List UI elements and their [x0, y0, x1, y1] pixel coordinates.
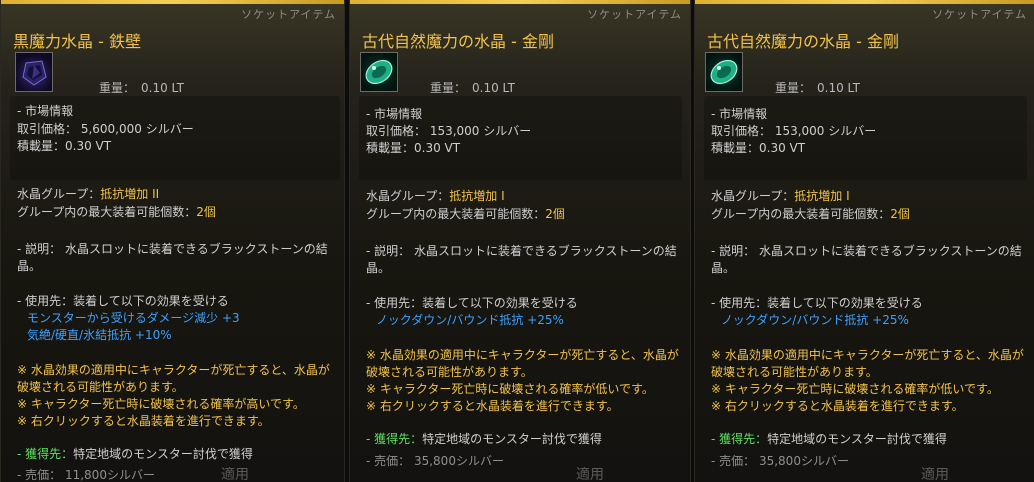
trade-price: 取引価格： 153,000 シルバー	[366, 124, 532, 138]
apply-button[interactable]: 適用	[576, 464, 604, 482]
tooltip-panel-green-crystal: ソケットアイテム 古代自然魔力の水晶 - 金剛 重量： 0.10 LT - 市場…	[349, 0, 691, 482]
warning-line: ※ 右クリックすると水晶装着を進行できます。	[711, 399, 964, 413]
apply-button[interactable]: 適用	[221, 464, 249, 482]
max-equip-value: 2個	[196, 205, 216, 219]
obtain-value: 特定地域のモンスター討伐で獲得	[422, 432, 602, 446]
obtain-line: - 獲得先：特定地域のモンスター討伐で獲得	[17, 445, 253, 462]
item-weight: 重量： 0.10 LT	[775, 81, 860, 95]
obtain-line: - 獲得先：特定地域のモンスター討伐で獲得	[711, 430, 947, 447]
description-line-2: 晶。	[17, 259, 42, 273]
warning-line: ※ 水晶効果の適用中にキャラクターが死亡すると、水晶が	[17, 363, 330, 377]
description-line-2: 晶。	[366, 261, 391, 275]
trade-price: 取引価格： 5,600,000 シルバー	[17, 122, 194, 136]
max-equip-label: グループ内の最大装着可能個数：	[711, 207, 891, 221]
trade-price: 取引価格： 153,000 シルバー	[711, 124, 877, 138]
warning-line: 破壊される可能性があります。	[366, 365, 533, 379]
crystal-group-value: 抵抗増加 I	[794, 189, 850, 203]
max-equip: グループ内の最大装着可能個数：2個	[17, 203, 216, 220]
load-capacity: 積載量：0.30 VT	[366, 141, 461, 155]
max-equip-value: 2個	[890, 207, 910, 221]
crystal-group-label: 水晶グループ：	[17, 187, 101, 201]
item-weight: 重量： 0.10 LT	[99, 81, 184, 95]
warning-line: ※ キャラクター死亡時に破壊される確率が低いです。	[711, 382, 999, 396]
use-header: - 使用先：装着して以下の効果を受ける	[366, 296, 578, 310]
obtain-label: - 獲得先：	[711, 432, 768, 446]
crystal-group-value: 抵抗増加 II	[100, 187, 160, 201]
item-title: 黒魔力水晶 - 鉄壁	[13, 32, 141, 51]
obtain-label: - 獲得先：	[366, 432, 423, 446]
sale-price: - 売価： 35,800シルバー	[711, 454, 849, 468]
green-crystal-icon	[705, 52, 743, 92]
warning-line: ※ 右クリックすると水晶装着を進行できます。	[366, 399, 619, 413]
tooltip-panel-green-crystal-2: ソケットアイテム 古代自然魔力の水晶 - 金剛 重量： 0.10 LT - 市場…	[694, 0, 1034, 482]
item-weight: 重量： 0.10 LT	[430, 81, 515, 95]
crystal-group: 水晶グループ：抵抗増加 I	[366, 187, 505, 204]
obtain-value: 特定地域のモンスター討伐で獲得	[767, 432, 947, 446]
socket-item-label: ソケットアイテム	[932, 8, 1027, 21]
max-equip-value: 2個	[545, 207, 565, 221]
max-equip-label: グループ内の最大装着可能個数：	[17, 205, 197, 219]
socket-item-label: ソケットアイテム	[587, 8, 682, 21]
use-header: - 使用先：装着して以下の効果を受ける	[17, 294, 229, 308]
crystal-group: 水晶グループ：抵抗増加 I	[711, 187, 850, 204]
max-equip: グループ内の最大装着可能個数：2個	[711, 205, 910, 222]
max-equip-label: グループ内の最大装着可能個数：	[366, 207, 546, 221]
item-title: 古代自然魔力の水晶 - 金剛	[707, 32, 899, 51]
obtain-value: 特定地域のモンスター討伐で獲得	[73, 447, 253, 461]
crystal-group-value: 抵抗増加 I	[449, 189, 505, 203]
market-info-header: - 市場情報	[17, 104, 74, 118]
warning-line: ※ キャラクター死亡時に破壊される確率が高いです。	[17, 397, 305, 411]
max-equip: グループ内の最大装着可能個数：2個	[366, 205, 565, 222]
green-crystal-icon	[360, 52, 398, 92]
description-line-1: - 説明： 水晶スロットに装着できるブラックストーンの結	[366, 244, 677, 258]
tooltip-panel-dark-crystal: ソケットアイテム 黒魔力水晶 - 鉄壁 重量： 0.10 LT - 市場情報 取…	[0, 0, 345, 482]
crystal-group-label: 水晶グループ：	[711, 189, 795, 203]
obtain-line: - 獲得先：特定地域のモンスター討伐で獲得	[366, 430, 602, 447]
item-title: 古代自然魔力の水晶 - 金剛	[362, 32, 554, 51]
sale-price: - 売価： 35,800シルバー	[366, 454, 504, 468]
effect-line: モンスターから受けるダメージ減少 +3	[27, 311, 240, 325]
effect-line: ノックダウン/バウンド抵抗 +25%	[376, 313, 564, 327]
effect-line: 気絶/硬直/氷結抵抗 +10%	[27, 328, 172, 342]
dark-crystal-icon	[15, 52, 53, 92]
effect-line: ノックダウン/バウンド抵抗 +25%	[721, 313, 909, 327]
use-header: - 使用先：装着して以下の効果を受ける	[711, 296, 923, 310]
crystal-group: 水晶グループ：抵抗増加 II	[17, 185, 159, 202]
apply-button[interactable]: 適用	[921, 464, 949, 482]
sale-price: - 売価： 11,800シルバー	[17, 468, 155, 482]
warning-line: ※ キャラクター死亡時に破壊される確率が低いです。	[366, 382, 654, 396]
description-line-2: 晶。	[711, 261, 736, 275]
description-line-1: - 説明： 水晶スロットに装着できるブラックストーンの結	[17, 242, 328, 256]
obtain-label: - 獲得先：	[17, 447, 74, 461]
warning-line: 破壊される可能性があります。	[17, 380, 184, 394]
market-info-header: - 市場情報	[711, 107, 768, 121]
warning-line: ※ 水晶効果の適用中にキャラクターが死亡すると、水晶が	[366, 348, 679, 362]
load-capacity: 積載量：0.30 VT	[17, 139, 112, 153]
socket-item-label: ソケットアイテム	[241, 8, 336, 21]
crystal-group-label: 水晶グループ：	[366, 189, 450, 203]
market-info-header: - 市場情報	[366, 107, 423, 121]
load-capacity: 積載量：0.30 VT	[711, 141, 806, 155]
warning-line: ※ 水晶効果の適用中にキャラクターが死亡すると、水晶が	[711, 348, 1024, 362]
warning-line: ※ 右クリックすると水晶装着を進行できます。	[17, 414, 270, 428]
description-line-1: - 説明： 水晶スロットに装着できるブラックストーンの結	[711, 244, 1022, 258]
warning-line: 破壊される可能性があります。	[711, 365, 878, 379]
